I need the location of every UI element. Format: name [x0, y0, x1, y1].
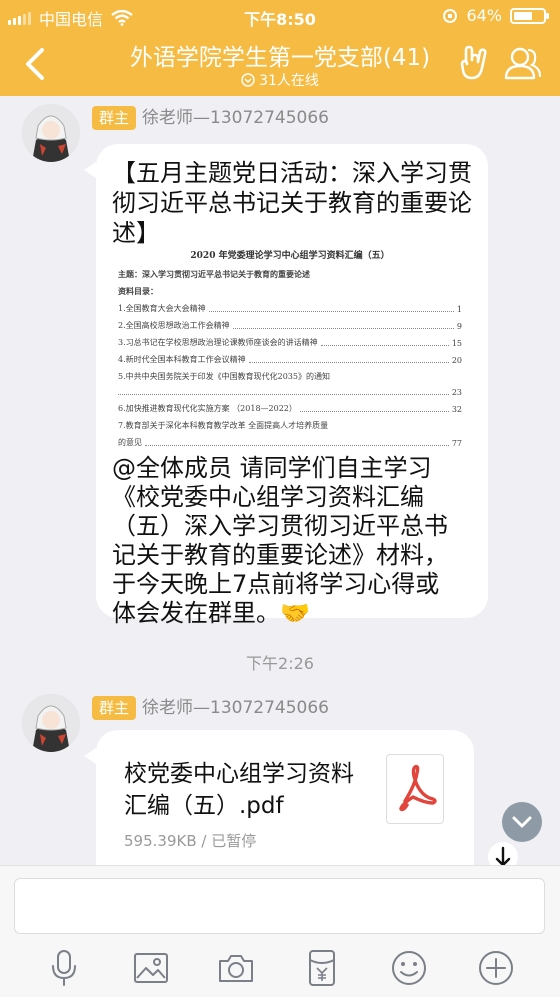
pdf-icon	[386, 754, 444, 824]
doc-toc-item: 的意见 77	[118, 438, 462, 448]
microphone-icon[interactable]	[44, 948, 84, 988]
bubble-tail	[84, 162, 96, 178]
composer	[0, 865, 560, 997]
plus-icon[interactable]	[476, 948, 516, 988]
doc-toc-item: 2.全国高校思想政治工作会精神 9	[118, 321, 462, 331]
sender-name[interactable]: 徐老师—13072745066	[142, 106, 329, 130]
doc-title: 2020 年党委理论学习中心组学习资料汇编（五）	[190, 251, 390, 261]
doc-toc-item: 3.习总书记在学校思想政治理论课教师座谈会的讲话精神 15	[118, 338, 462, 348]
scroll-new-messages-button[interactable]	[502, 802, 542, 842]
rock-hand-icon[interactable]	[458, 44, 492, 82]
message-item: 群主 徐老师—13072745066 【五月主题党日活动：深入学习贯彻习近平总书…	[0, 96, 560, 636]
avatar[interactable]	[22, 694, 80, 752]
message-item: 群主 徐老师—13072745066 校党委中心组学习资料汇编（五）.pdf 5…	[0, 686, 560, 870]
chevron-down-icon	[512, 816, 532, 828]
online-count: 31人在线	[259, 73, 319, 89]
chat-header: 外语学院学生第一党支部(41) 31人在线	[0, 32, 560, 96]
document-preview[interactable]: 2020 年党委理论学习中心组学习资料汇编（五） 主题：深入学习贯彻习近平总书记…	[110, 246, 470, 448]
rotation-lock-icon	[443, 8, 458, 23]
doc-toc-item: 23	[118, 388, 462, 397]
body-line: 《校党委中心组学习资料汇编	[112, 483, 424, 511]
message-title: 【五月主题党日活动：深入学习贯彻习近平总书记关于教育的重要论述】	[112, 159, 472, 247]
message-body: @全体成员 请同学们自主学习 《校党委中心组学习资料汇编 （五）深入学习贯彻习近…	[112, 454, 474, 628]
camera-icon[interactable]	[216, 948, 256, 988]
doc-topic: 主题：深入学习贯彻习近平总书记关于教育的重要论述	[118, 269, 310, 279]
file-meta: 595.39KB / 已暂停	[124, 832, 257, 850]
status-bar: 中国电信 下午8:50 64%	[0, 0, 560, 32]
file-name: 校党委中心组学习资料汇编（五）.pdf	[124, 761, 354, 819]
doc-toc-item: 5.中共中央国务院关于印发《中国教育现代化2035》的通知	[118, 372, 330, 381]
sender-name[interactable]: 徐老师—13072745066	[142, 696, 329, 720]
group-members-icon[interactable]	[502, 44, 542, 82]
doc-toc-item: 6.加快推进教育现代化实施方案 （2018—2022） 32	[118, 404, 462, 414]
composer-toolbar	[0, 942, 560, 992]
doc-toc-item: 7.教育部关于深化本科教育教学改革 全面提高人才培养质量	[118, 421, 329, 430]
battery-fill	[514, 11, 532, 20]
battery-label: 64%	[466, 6, 502, 25]
timestamp: 下午2:26	[246, 654, 314, 673]
doc-toc-item: 4.新时代全国本科教育工作会议精神 20	[118, 355, 462, 365]
body-line: 体会发在群里。🤝	[112, 599, 310, 627]
body-line: @全体成员 请同学们自主学习	[112, 454, 432, 482]
message-bubble[interactable]: 【五月主题党日活动：深入学习贯彻习近平总书记关于教育的重要论述】 2020 年党…	[84, 144, 488, 627]
avatar[interactable]	[22, 104, 80, 162]
emoji-icon[interactable]	[389, 948, 429, 988]
battery-icon	[510, 7, 549, 24]
body-line: 于今天晚上7点前将学习心得或	[112, 570, 440, 598]
owner-badge: 群主	[92, 696, 137, 720]
owner-badge: 群主	[92, 106, 137, 130]
message-input[interactable]	[14, 878, 545, 934]
body-line: （五）深入学习贯彻习近平总书	[112, 512, 448, 540]
status-right: 64%	[442, 6, 549, 25]
file-bubble[interactable]: 校党委中心组学习资料汇编（五）.pdf 595.39KB / 已暂停	[84, 730, 474, 870]
doc-toc-heading: 资料目录：	[118, 286, 158, 296]
doc-toc-item: 1.全国教育大会大会精神 1	[118, 304, 462, 314]
red-packet-icon[interactable]	[302, 948, 342, 988]
bubble-tail	[84, 748, 96, 764]
body-line: 记关于教育的重要论述》材料，	[112, 541, 448, 569]
chevron-down-circle-icon	[241, 73, 255, 87]
image-icon[interactable]	[131, 948, 171, 988]
